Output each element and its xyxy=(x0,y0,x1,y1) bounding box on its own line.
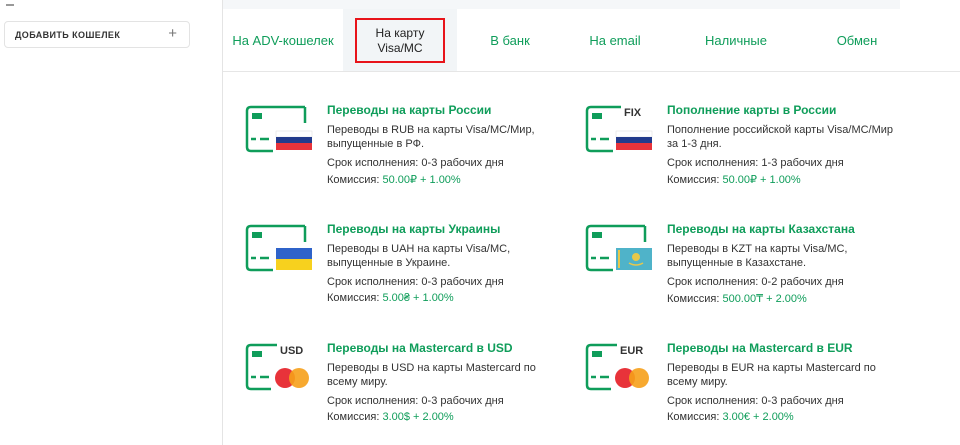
fee-value: 500.00₸ + 2.00% xyxy=(722,293,807,305)
tab-label: Наличные xyxy=(705,32,767,48)
card-kazakhstan-flag-icon xyxy=(585,224,652,272)
offer-card[interactable]: FIX Пополнение карты в России Пополнение… xyxy=(585,103,893,193)
currency-badge: USD xyxy=(280,345,303,357)
offer-term: Срок исполнения: 0-3 рабочих дня xyxy=(327,276,504,288)
offer-card[interactable]: Переводы на карты Украины Переводы в UAH… xyxy=(245,222,545,312)
offer-description: Переводы в UAH на карты Visa/MC, выпущен… xyxy=(327,243,511,269)
tab-label: На email xyxy=(589,32,641,48)
offer-card[interactable]: Переводы на карты Казахстана Переводы в … xyxy=(585,222,885,312)
offer-description: Переводы в EUR на карты Mastercard по вс… xyxy=(667,362,876,388)
offer-description: Переводы в KZT на карты Visa/MC, выпущен… xyxy=(667,243,848,269)
offer-description: Переводы в RUB на карты Visa/MC/Мир, вып… xyxy=(327,124,535,150)
collapsed-menu-indicator xyxy=(6,0,14,6)
card-mastercard-eur-icon: EUR xyxy=(585,343,649,391)
fee-label: Комиссия: xyxy=(327,174,383,186)
offer-title[interactable]: Переводы на Mastercard в USD xyxy=(327,341,513,355)
offer-title[interactable]: Переводы на карты Украины xyxy=(327,222,500,236)
offer-fee: Комиссия: 50.00₽ + 1.00% xyxy=(667,173,801,186)
fee-label: Комиссия: xyxy=(327,411,383,423)
tab-email[interactable]: На email xyxy=(563,9,667,71)
offer-fee: Комиссия: 5.00₴ + 1.00% xyxy=(327,292,454,304)
offer-fee: Комиссия: 500.00₸ + 2.00% xyxy=(667,292,807,305)
tab-exchange[interactable]: Обмен xyxy=(807,9,907,71)
tab-label: На ADV-кошелек xyxy=(232,32,334,48)
fee-label: Комиссия: xyxy=(327,292,383,304)
tab-active-highlight: На карту Visa/MC xyxy=(355,17,445,63)
fee-label: Комиссия: xyxy=(667,293,723,305)
tab-adv-wallet[interactable]: На ADV-кошелек xyxy=(223,9,343,71)
offer-card[interactable]: Переводы на карты России Переводы в RUB … xyxy=(245,103,545,193)
fee-value: 5.00₴ + 1.00% xyxy=(382,292,454,304)
offer-fee: Комиссия: 50.00₽ + 1.00% xyxy=(327,173,461,186)
fix-badge: FIX xyxy=(624,107,642,119)
offer-fee: Комиссия: 3.00$ + 2.00% xyxy=(327,411,454,423)
fee-value: 50.00₽ + 1.00% xyxy=(722,174,801,186)
left-panel: ДОБАВИТЬ КОШЕЛЕК + xyxy=(0,0,222,445)
offer-term: Срок исполнения: 0-2 рабочих дня xyxy=(667,276,844,288)
offer-term: Срок исполнения: 0-3 рабочих дня xyxy=(667,395,844,407)
fee-value: 3.00$ + 2.00% xyxy=(382,411,454,423)
fee-value: 3.00€ + 2.00% xyxy=(722,411,794,423)
currency-badge: EUR xyxy=(620,345,643,357)
tab-card-visa-mc[interactable]: На карту Visa/MC xyxy=(343,9,457,71)
offer-fee: Комиссия: 3.00€ + 2.00% xyxy=(667,411,794,423)
offer-term: Срок исполнения: 0-3 рабочих дня xyxy=(327,395,504,407)
offer-description: Переводы в USD на карты Mastercard по вс… xyxy=(327,362,536,388)
plus-icon: + xyxy=(168,25,177,42)
card-mastercard-usd-icon: USD xyxy=(245,343,309,391)
add-wallet-label: ДОБАВИТЬ КОШЕЛЕК xyxy=(15,30,121,40)
header-strip xyxy=(223,0,900,9)
add-wallet-button[interactable]: ДОБАВИТЬ КОШЕЛЕК + xyxy=(4,21,190,48)
offer-title[interactable]: Переводы на карты Казахстана xyxy=(667,222,855,236)
offer-term: Срок исполнения: 0-3 рабочих дня xyxy=(327,157,504,169)
offer-card[interactable]: EUR Переводы на Mastercard в EUR Перевод… xyxy=(585,341,885,431)
offer-description: Пополнение российской карты Visa/MC/Мир … xyxy=(667,124,894,150)
fee-value: 50.00₽ + 1.00% xyxy=(382,174,461,186)
offer-title[interactable]: Переводы на Mastercard в EUR xyxy=(667,341,853,355)
offer-term: Срок исполнения: 1-3 рабочих дня xyxy=(667,157,844,169)
tab-label: На карту Visa/MC xyxy=(375,25,425,55)
transfer-tabs: На ADV-кошелек На карту Visa/MC В банк Н… xyxy=(223,9,960,72)
card-russia-flag-fix-icon: FIX xyxy=(585,105,653,153)
offer-title[interactable]: Пополнение карты в России xyxy=(667,103,836,117)
card-ukraine-flag-icon xyxy=(245,224,312,272)
fee-label: Комиссия: xyxy=(667,411,723,423)
tab-cash[interactable]: Наличные xyxy=(685,9,787,71)
offer-title[interactable]: Переводы на карты России xyxy=(327,103,491,117)
offer-card[interactable]: USD Переводы на Mastercard в USD Перевод… xyxy=(245,341,545,431)
fee-label: Комиссия: xyxy=(667,174,723,186)
tab-bank[interactable]: В банк xyxy=(457,9,563,71)
tab-label: Обмен xyxy=(836,32,878,48)
card-russia-flag-icon xyxy=(245,105,313,153)
tab-label: В банк xyxy=(490,32,530,48)
